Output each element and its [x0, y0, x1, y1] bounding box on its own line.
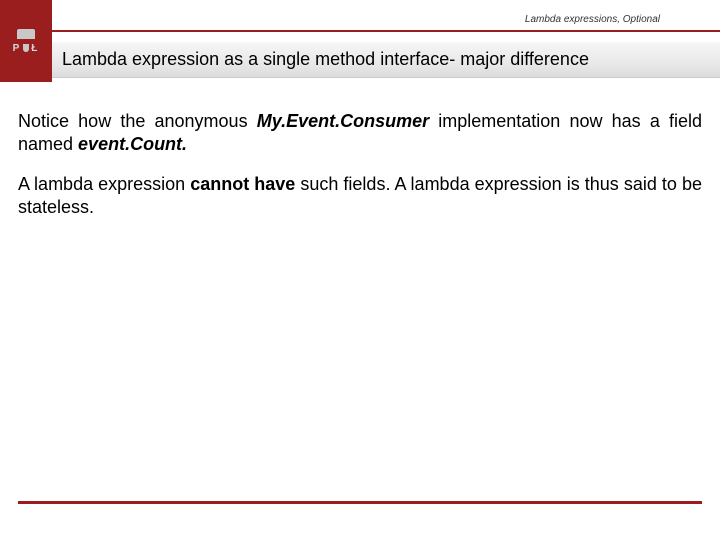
text-run: A lambda expression: [18, 174, 190, 194]
paragraph-2: A lambda expression cannot have such fie…: [18, 173, 702, 218]
text-emphasis: My.Event.Consumer: [257, 111, 429, 131]
logo-shield-icon: [23, 44, 29, 52]
institution-logo: P Ł: [0, 0, 52, 82]
slide-content: Notice how the anonymous My.Event.Consum…: [0, 82, 720, 218]
paragraph-1: Notice how the anonymous My.Event.Consum…: [18, 110, 702, 155]
logo-letter-left: P: [13, 43, 22, 54]
text-run: Notice how the anonymous: [18, 111, 257, 131]
slide-header: P Ł Lambda expressions, Optional Lambda …: [0, 0, 720, 82]
text-strong: cannot have: [190, 174, 295, 194]
logo-letter-right: Ł: [31, 43, 39, 54]
footer-divider: [18, 501, 702, 504]
logo-letters: P Ł: [13, 43, 40, 54]
breadcrumb: Lambda expressions, Optional: [525, 14, 660, 25]
logo-crest-icon: [17, 29, 35, 39]
title-bar: Lambda expression as a single method int…: [52, 42, 720, 78]
slide-title: Lambda expression as a single method int…: [62, 49, 589, 70]
text-emphasis: event.Count.: [78, 134, 187, 154]
header-divider: [52, 30, 720, 32]
